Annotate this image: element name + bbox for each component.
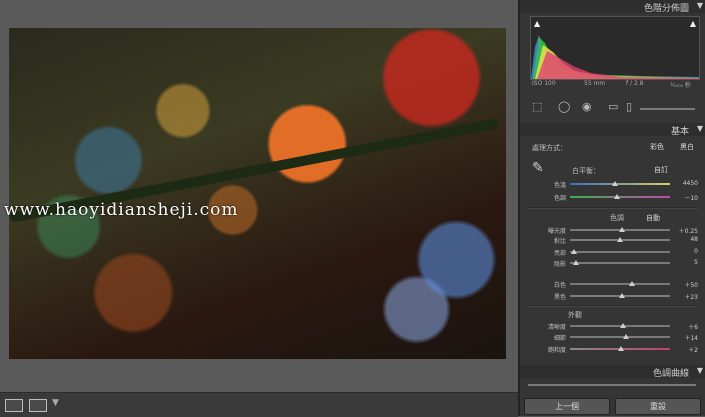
chevron-down-icon[interactable]: ▼: [52, 398, 59, 408]
previous-button[interactable]: 上一個: [524, 398, 610, 415]
tone-curve-preview: [528, 384, 696, 386]
slider-thumb[interactable]: [623, 334, 629, 339]
focal-info: 55 mm: [584, 80, 606, 87]
loupe-view-button[interactable]: [5, 399, 23, 412]
slider-label: 細節: [553, 335, 566, 342]
eyedropper-icon[interactable]: ✎: [532, 160, 544, 176]
slider-value[interactable]: 4450: [668, 180, 698, 187]
slider-track[interactable]: [570, 283, 670, 285]
treatment-color-button[interactable]: 彩色: [650, 142, 664, 152]
slider-thumb[interactable]: [620, 323, 626, 328]
presence-title: 外觀: [568, 311, 582, 319]
slider-value[interactable]: 0: [668, 248, 698, 255]
slider-thumb[interactable]: [629, 281, 635, 286]
slider-value[interactable]: ＋23: [668, 292, 698, 301]
slider-label: 白色: [553, 282, 566, 289]
tone-curve-title: 色調曲線: [652, 369, 689, 379]
highlight-clip-icon[interactable]: ▲: [690, 19, 696, 28]
slider-track[interactable]: [570, 251, 670, 253]
slider-thumb[interactable]: [612, 181, 618, 186]
slider-thumb[interactable]: [618, 346, 624, 351]
basic-title: 基本: [670, 127, 689, 137]
slider-thumb[interactable]: [573, 260, 579, 265]
brush-icon[interactable]: ▯: [626, 100, 632, 113]
slider-thumb[interactable]: [619, 293, 625, 298]
tone-curve-header[interactable]: 色調曲線 ▼: [520, 365, 705, 379]
treatment-label: 處理方式：: [532, 144, 567, 152]
slider-thumb[interactable]: [619, 227, 625, 232]
slider-label: 黑色: [553, 294, 566, 301]
tone-title: 色調: [610, 214, 624, 222]
slider-label: 對比: [553, 238, 566, 245]
watermark-text: www.haoyidiansheji.com: [4, 200, 239, 220]
slider-thumb[interactable]: [617, 237, 623, 242]
shutter-info: ¹⁄₁₀₀₀ 秒: [670, 82, 691, 89]
photo-preview[interactable]: [9, 28, 506, 359]
spot-removal-icon[interactable]: ◯: [558, 100, 570, 113]
slider-track[interactable]: [570, 262, 670, 264]
slider-thumb[interactable]: [571, 249, 577, 254]
slider-label: 陰影: [553, 261, 566, 268]
collapse-triangle-icon: ▼: [696, 1, 703, 10]
slider-track[interactable]: [570, 336, 670, 338]
slider-value[interactable]: －10: [668, 193, 698, 202]
tone-auto-button[interactable]: 自動: [646, 213, 660, 223]
reset-button[interactable]: 重設: [615, 398, 701, 415]
wb-label: 白平衡：: [572, 167, 600, 175]
slider-value[interactable]: ＋2: [668, 345, 698, 354]
graduated-filter-icon[interactable]: ▭: [608, 100, 618, 113]
aperture-info: f / 2.8: [626, 80, 644, 87]
tool-strip: ⬚ ◯ ◉ ▭ ▯: [530, 96, 700, 118]
slider-value[interactable]: ＋0.25: [668, 226, 698, 235]
slider-track[interactable]: [570, 183, 670, 185]
red-eye-icon[interactable]: ◉: [582, 100, 592, 113]
iso-info: ISO 100: [532, 80, 556, 87]
histogram-title: 色階分佈圖: [643, 4, 689, 14]
collapse-triangle-icon: ▼: [696, 366, 703, 375]
divider: [528, 305, 698, 307]
slider-value[interactable]: 48: [668, 236, 698, 243]
slider-value[interactable]: ＋6: [668, 322, 698, 331]
slider-label: 飽和度: [547, 347, 566, 354]
basic-header[interactable]: 基本 ▼: [520, 123, 705, 137]
slider-label: 清晰度: [547, 324, 566, 331]
before-after-button[interactable]: [29, 399, 47, 412]
collapse-triangle-icon: ▼: [696, 124, 703, 133]
shadow-clip-icon[interactable]: ▲: [534, 19, 540, 28]
crop-icon[interactable]: ⬚: [532, 100, 542, 113]
histogram: ▲ ▲: [530, 16, 700, 80]
image-canvas: www.haoyidiansheji.com: [0, 0, 518, 392]
tool-slider[interactable]: [640, 108, 695, 110]
histogram-header[interactable]: 色階分佈圖 ▼: [520, 0, 705, 14]
slider-value[interactable]: 5: [668, 259, 698, 266]
slider-label: 色溫: [553, 182, 566, 189]
slider-track[interactable]: [570, 196, 670, 198]
bottom-toolbar: ▼: [0, 392, 518, 417]
treatment-bw-button[interactable]: 黑白: [680, 142, 694, 152]
slider-thumb[interactable]: [614, 194, 620, 199]
divider: [528, 207, 698, 209]
slider-label: 色調: [553, 195, 566, 202]
wb-dropdown[interactable]: 自訂: [654, 165, 668, 175]
slider-value[interactable]: ＋14: [668, 333, 698, 342]
slider-value[interactable]: ＋50: [668, 280, 698, 289]
right-panel: 色階分佈圖 ▼ ▲ ▲ ISO 100 55 mm f / 2.8 ¹⁄₁₀₀₀…: [518, 0, 705, 416]
slider-label: 亮部: [553, 250, 566, 257]
slider-label: 曝光度: [547, 228, 566, 235]
